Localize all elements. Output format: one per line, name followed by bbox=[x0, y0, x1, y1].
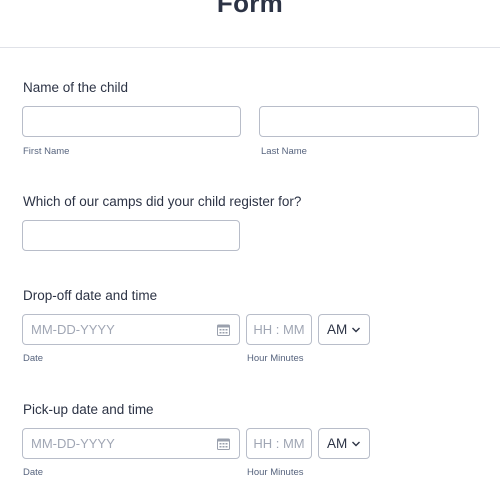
pickup-label: Pick-up date and time bbox=[23, 402, 154, 417]
pickup-date-input[interactable] bbox=[23, 429, 239, 458]
dropoff-time-field[interactable] bbox=[246, 314, 312, 345]
form-title: Form bbox=[216, 0, 284, 18]
dropoff-time-sublabel: Hour Minutes bbox=[247, 353, 304, 364]
last-name-field[interactable] bbox=[259, 106, 479, 137]
pickup-time-sublabel: Hour Minutes bbox=[247, 467, 304, 478]
pickup-ampm-value: AM bbox=[327, 436, 348, 451]
dropoff-time-input[interactable] bbox=[247, 315, 311, 344]
first-name-sublabel: First Name bbox=[23, 146, 70, 157]
pickup-time-field[interactable] bbox=[246, 428, 312, 459]
chevron-down-icon bbox=[352, 441, 360, 447]
dropoff-ampm-select[interactable]: AM bbox=[318, 314, 370, 345]
form-header: Form bbox=[0, 0, 500, 48]
last-name-sublabel: Last Name bbox=[261, 146, 307, 157]
last-name-input[interactable] bbox=[260, 107, 478, 136]
calendar-icon[interactable] bbox=[217, 438, 230, 450]
camp-field[interactable] bbox=[22, 220, 240, 251]
child-name-label: Name of the child bbox=[23, 80, 129, 95]
dropoff-label: Drop-off date and time bbox=[23, 288, 158, 303]
dropoff-date-field[interactable] bbox=[22, 314, 240, 345]
pickup-ampm-select[interactable]: AM bbox=[318, 428, 370, 459]
camp-input[interactable] bbox=[23, 221, 239, 250]
pickup-date-field[interactable] bbox=[22, 428, 240, 459]
first-name-field[interactable] bbox=[22, 106, 241, 137]
calendar-icon[interactable] bbox=[217, 324, 230, 336]
pickup-time-input[interactable] bbox=[247, 429, 311, 458]
pickup-date-sublabel: Date bbox=[23, 467, 44, 478]
chevron-down-icon bbox=[352, 327, 360, 333]
first-name-input[interactable] bbox=[23, 107, 240, 136]
dropoff-date-input[interactable] bbox=[23, 315, 239, 344]
dropoff-ampm-value: AM bbox=[327, 322, 348, 337]
camp-label: Which of our camps did your child regist… bbox=[23, 194, 302, 209]
dropoff-date-sublabel: Date bbox=[23, 353, 44, 364]
